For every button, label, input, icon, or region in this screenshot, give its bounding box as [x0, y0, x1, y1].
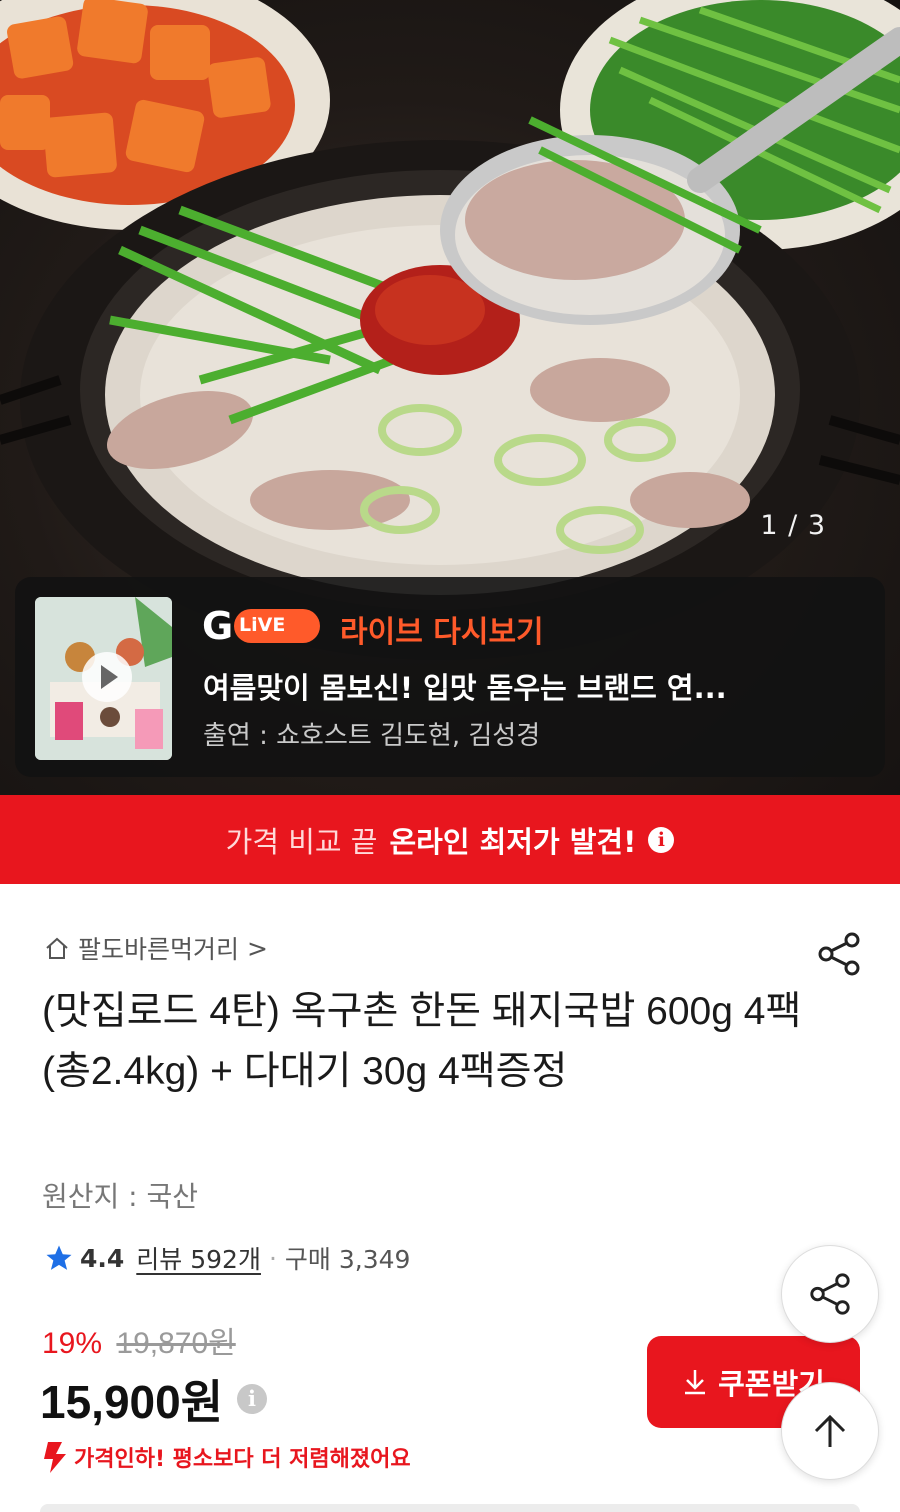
separator: · [268, 1243, 277, 1273]
live-description: 여름맞이 몸보신! 입맛 돋우는 브랜드 연... [203, 671, 727, 705]
next-section-edge [40, 1504, 860, 1512]
discount-row: 19% 19,870원 [42, 1318, 236, 1362]
rating-row: 4.4 리뷰 592개 · 구매 3,349 [44, 1240, 410, 1276]
price-info-icon[interactable]: i [237, 1384, 268, 1414]
original-price: 19,870원 [116, 1327, 236, 1360]
info-icon[interactable]: i [648, 826, 675, 853]
arrow-up-icon [814, 1414, 846, 1447]
discount-rate: 19% [42, 1327, 103, 1360]
product-origin: 원산지 : 국산 [42, 1180, 199, 1213]
purchase-count: 구매 3,349 [284, 1245, 411, 1274]
product-title: (맛집로드 4탄) 옥구촌 한돈 돼지국밥 600g 4팩 (총2.4kg) +… [42, 990, 802, 1093]
live-thumbnail[interactable] [35, 597, 172, 760]
banner-text-strong: 온라인 최저가 발견! [389, 824, 637, 859]
svg-text:G: G [202, 605, 233, 647]
product-image-gallery[interactable]: 1 / 3 G LiVE 라이브 다시보기 여름맞이 몸보신! 입맛 돋우는 브… [0, 0, 900, 795]
final-price-row: 15,900원 i [40, 1366, 268, 1432]
seller-link[interactable]: 팔도바른먹거리 > [44, 930, 268, 966]
price-drop-text: 가격인하! 평소보다 더 저렴해졌어요 [74, 1447, 411, 1472]
price-drop-notice: 가격인하! 평소보다 더 저렴해졌어요 [40, 1440, 411, 1474]
play-icon[interactable] [82, 652, 132, 702]
home-icon [46, 937, 68, 959]
live-replay-card[interactable]: G LiVE 라이브 다시보기 여름맞이 몸보신! 입맛 돋우는 브랜드 연..… [15, 577, 885, 777]
live-replay-title: 라이브 다시보기 [340, 615, 544, 650]
price-down-icon [44, 1442, 66, 1473]
lowest-price-banner[interactable]: 가격 비교 끝 온라인 최저가 발견! i [0, 795, 900, 884]
scroll-to-top-button[interactable] [781, 1382, 879, 1480]
floating-share-button[interactable] [781, 1245, 879, 1343]
share-icon [810, 1273, 850, 1315]
seller-name: 팔도바른먹거리 [78, 935, 240, 964]
share-icon[interactable] [815, 930, 863, 978]
rating-score: 4.4 [80, 1243, 125, 1273]
star-icon [46, 1245, 72, 1270]
live-cast: 출연 : 쇼호스트 김도현, 김성경 [203, 721, 541, 751]
review-count-link[interactable]: 리뷰 592개 [136, 1240, 261, 1276]
banner-text-normal: 가격 비교 끝 [225, 824, 378, 859]
live-badge: LiVE [239, 614, 286, 636]
download-icon [685, 1370, 706, 1395]
chevron-right-icon: > [247, 933, 268, 963]
final-price: 15,900원 [40, 1376, 224, 1428]
image-counter: 1 / 3 [760, 510, 826, 541]
